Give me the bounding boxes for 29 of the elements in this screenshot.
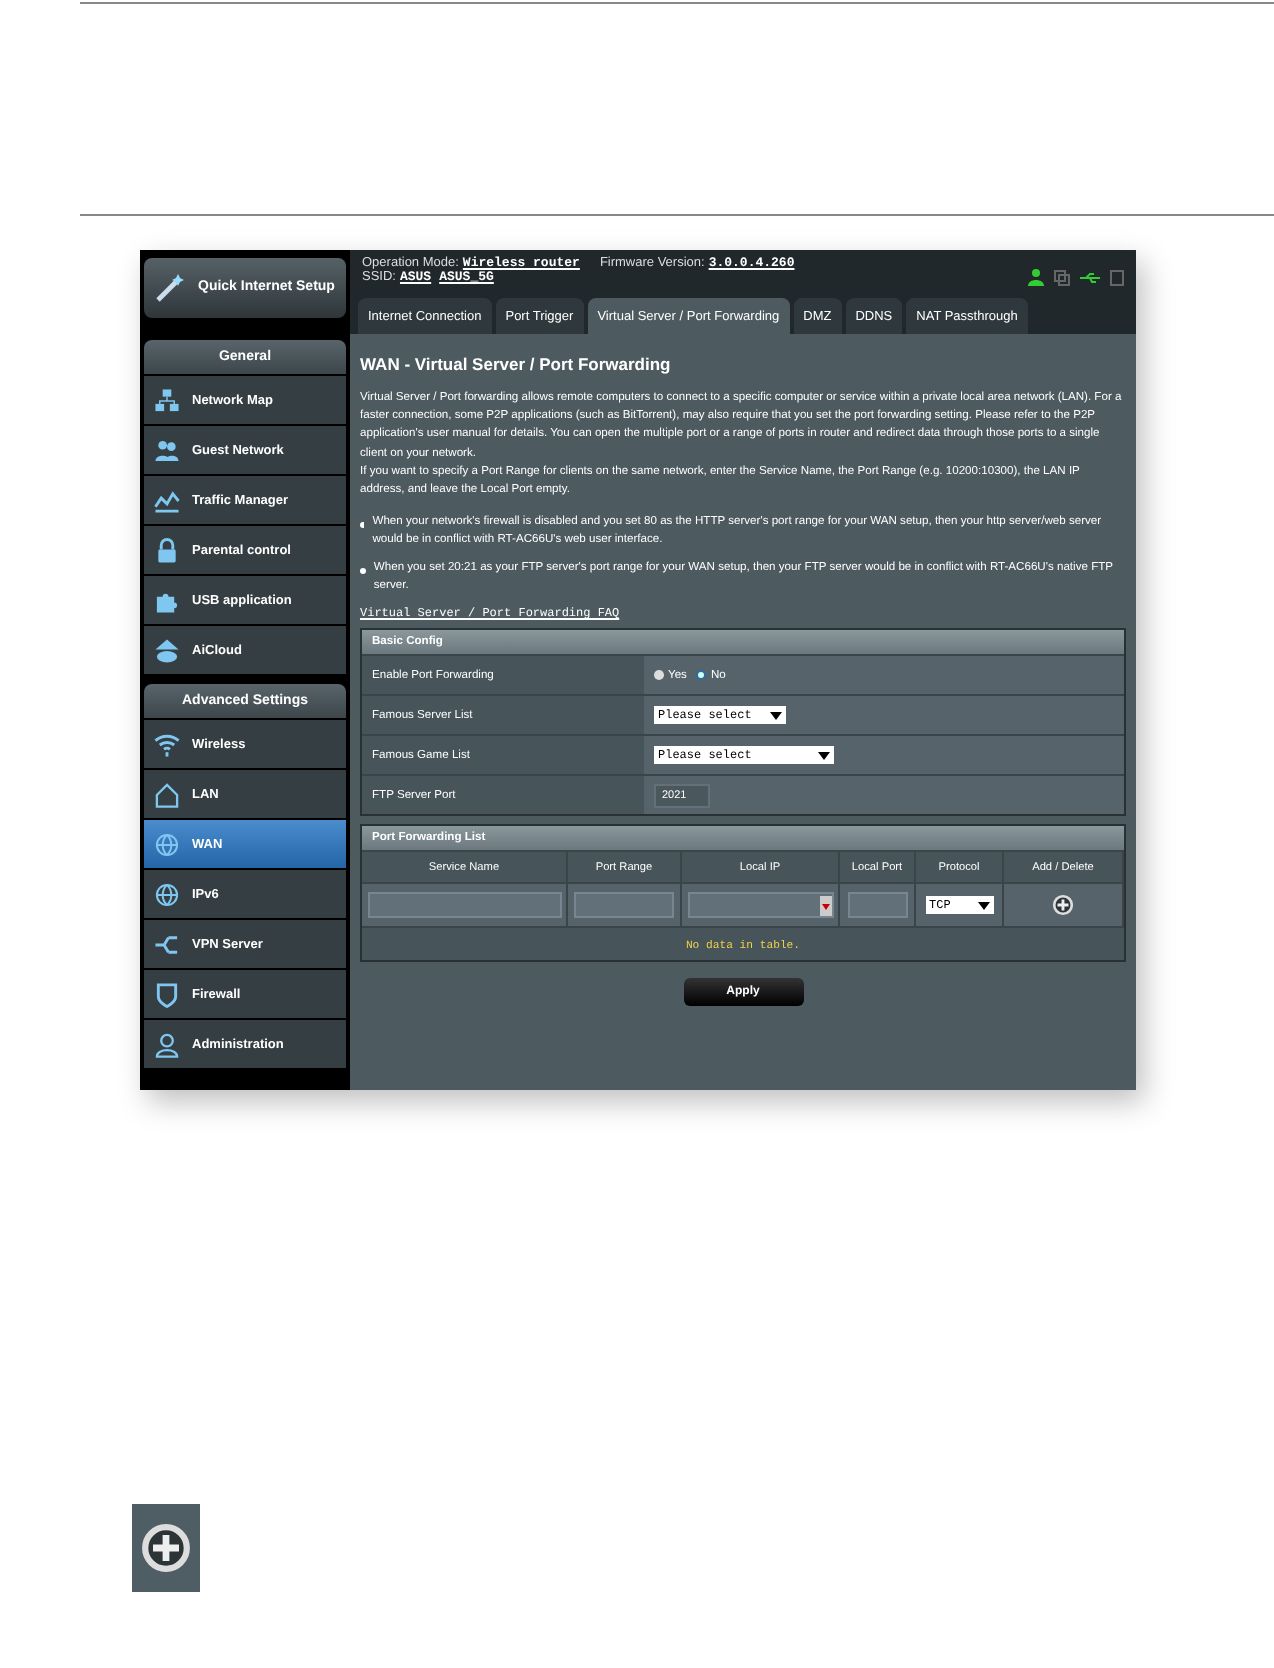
lock-icon xyxy=(154,537,180,563)
house-icon xyxy=(154,781,180,807)
magic-wand-icon xyxy=(154,272,186,304)
person-icon[interactable] xyxy=(1028,268,1044,286)
people-icon xyxy=(154,437,180,463)
dropdown[interactable] xyxy=(687,892,833,919)
cloud-house-icon xyxy=(154,637,180,663)
input-field[interactable] xyxy=(847,892,907,919)
person-icon xyxy=(154,1031,180,1057)
radio-button[interactable] xyxy=(696,670,707,681)
network-icon xyxy=(154,387,180,413)
page-title: WAN - Virtual Server / Port Forwarding xyxy=(360,354,673,374)
shield-icon xyxy=(154,981,180,1007)
printer-icon[interactable] xyxy=(1110,269,1124,285)
input-field[interactable] xyxy=(367,892,561,919)
copy-icon[interactable] xyxy=(1054,269,1070,285)
bullet-icon xyxy=(360,567,366,574)
add-icon[interactable] xyxy=(1052,894,1074,917)
usb-icon[interactable] xyxy=(1080,271,1100,283)
caret-icon xyxy=(819,895,831,916)
globe-icon xyxy=(154,881,180,907)
bullet-icon xyxy=(360,522,365,529)
add-icon[interactable] xyxy=(140,1522,192,1574)
radio-button[interactable] xyxy=(654,670,664,681)
chart-icon xyxy=(154,487,180,513)
globe-icon xyxy=(154,831,180,857)
plug-icon xyxy=(154,931,180,957)
wifi-icon xyxy=(154,731,180,757)
input-field[interactable] xyxy=(574,892,674,919)
